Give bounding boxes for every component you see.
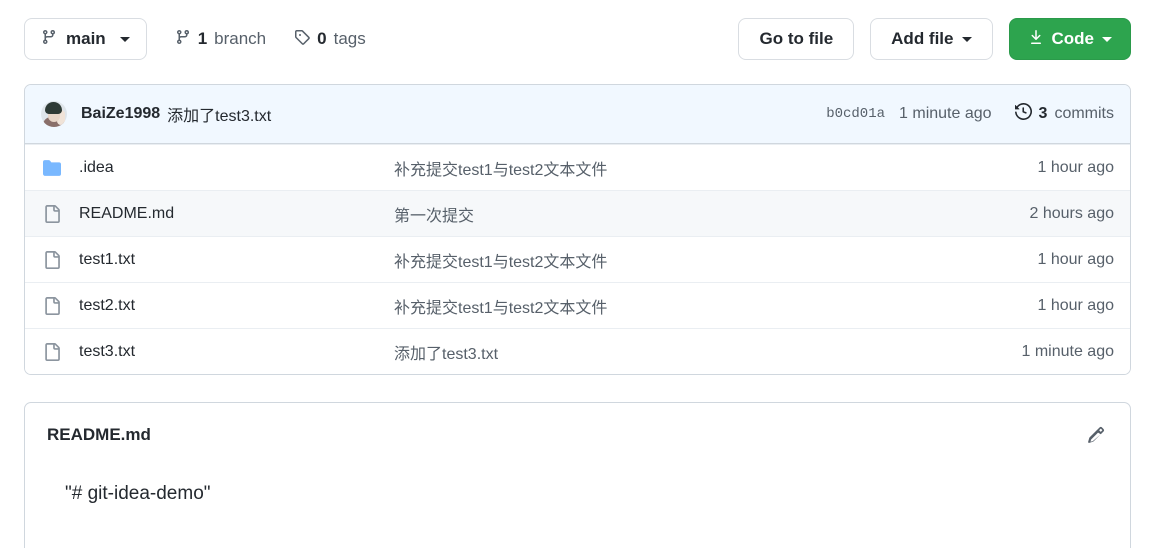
branch-selector-button[interactable]: main [24, 18, 147, 60]
readme-panel: README.md "# git-idea-demo" [24, 402, 1131, 548]
pencil-icon[interactable] [1084, 423, 1108, 447]
readme-title: README.md [47, 425, 151, 444]
commit-message[interactable]: 添加了test3.txt [167, 102, 271, 126]
file-timestamp: 1 hour ago [1037, 158, 1114, 176]
file-timestamp: 1 hour ago [1037, 296, 1114, 314]
table-row[interactable]: test3.txt 添加了test3.txt 1 minute ago [25, 328, 1130, 374]
tag-count-label: tags [333, 29, 366, 48]
latest-commit-bar: BaiZe1998 添加了test3.txt b0cd01a 1 minute … [25, 85, 1130, 144]
branch-count[interactable]: 1 branch [175, 29, 266, 50]
add-file-label: Add file [891, 29, 954, 48]
file-icon [41, 204, 63, 223]
table-row[interactable]: test1.txt 补充提交test1与test2文本文件 1 hour ago [25, 236, 1130, 282]
commit-author[interactable]: BaiZe1998 [81, 105, 160, 123]
readme-content: "# git-idea-demo" [65, 483, 211, 504]
file-name-link[interactable]: test2.txt [79, 297, 394, 315]
tag-count[interactable]: 0 tags [294, 29, 366, 50]
code-button[interactable]: Code [1008, 18, 1131, 60]
commits-count-number: 3 [1038, 105, 1048, 122]
commit-timestamp: 1 minute ago [899, 105, 992, 122]
file-icon [41, 250, 63, 269]
file-name-link[interactable]: test3.txt [79, 343, 394, 361]
repo-toolbar: main 1 branch 0 tags Go to file Add file… [24, 18, 1131, 60]
branch-count-number: 1 [197, 29, 208, 48]
folder-icon [41, 159, 63, 177]
chevron-down-icon [119, 36, 130, 42]
avatar[interactable] [41, 101, 67, 127]
file-timestamp: 1 hour ago [1037, 250, 1114, 268]
tag-count-number: 0 [317, 29, 327, 48]
download-icon [1028, 29, 1044, 50]
file-commit-message[interactable]: 第一次提交 [394, 202, 1029, 226]
chevron-down-icon [1102, 36, 1112, 42]
file-timestamp: 1 minute ago [1021, 342, 1114, 360]
commit-sha[interactable]: b0cd01a [826, 106, 885, 122]
table-row[interactable]: test2.txt 补充提交test1与test2文本文件 1 hour ago [25, 282, 1130, 328]
commits-count-link[interactable]: 3 commits [1014, 102, 1114, 125]
code-button-label: Code [1051, 29, 1095, 48]
file-commit-message[interactable]: 补充提交test1与test2文本文件 [394, 294, 1037, 318]
file-icon [41, 296, 63, 315]
file-name-link[interactable]: test1.txt [79, 251, 394, 269]
branch-count-label: branch [214, 29, 267, 48]
file-timestamp: 2 hours ago [1029, 204, 1114, 222]
commit-meta: b0cd01a 1 minute ago 3 commits [826, 102, 1114, 125]
file-commit-message[interactable]: 补充提交test1与test2文本文件 [394, 248, 1037, 272]
git-branch-icon [41, 29, 57, 50]
file-commit-message[interactable]: 补充提交test1与test2文本文件 [394, 156, 1037, 180]
table-row[interactable]: .idea 补充提交test1与test2文本文件 1 hour ago [25, 144, 1130, 190]
readme-header: README.md [25, 403, 1130, 447]
table-row[interactable]: README.md 第一次提交 2 hours ago [25, 190, 1130, 236]
file-list-panel: BaiZe1998 添加了test3.txt b0cd01a 1 minute … [24, 84, 1131, 375]
toolbar-actions: Go to file Add file Code [738, 18, 1131, 60]
tag-icon [294, 29, 310, 50]
branch-selector-label: main [66, 29, 106, 48]
history-icon [1014, 102, 1032, 125]
file-commit-message[interactable]: 添加了test3.txt [394, 340, 1021, 364]
file-name-link[interactable]: README.md [79, 205, 394, 223]
go-to-file-button[interactable]: Go to file [738, 18, 855, 60]
git-branch-icon [175, 29, 191, 50]
add-file-button[interactable]: Add file [870, 18, 993, 60]
file-icon [41, 342, 63, 361]
commits-count-label: commits [1054, 105, 1114, 122]
repository-file-browser: main 1 branch 0 tags Go to file Add file… [0, 0, 1155, 548]
chevron-down-icon [961, 36, 972, 42]
file-name-link[interactable]: .idea [79, 159, 394, 177]
